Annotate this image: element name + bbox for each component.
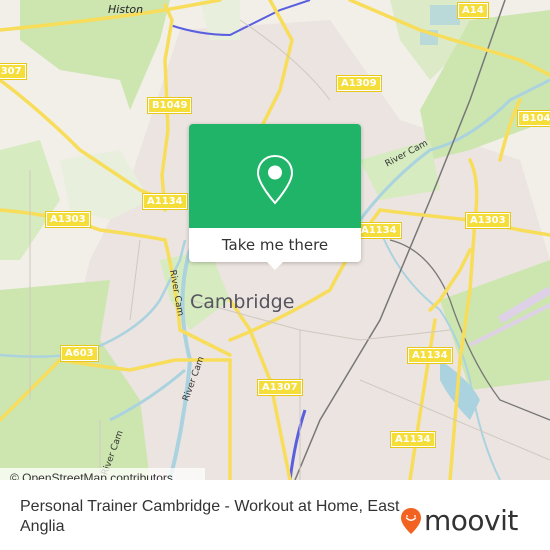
moovit-wordmark: moovit bbox=[424, 504, 518, 537]
map-view[interactable]: Histon Cambridge A14 A1309 B1049 B1047 A… bbox=[0, 0, 550, 480]
road-label-b1049: B1049 bbox=[146, 97, 193, 114]
popup-tail bbox=[267, 262, 283, 270]
footer: Personal Trainer Cambridge - Workout at … bbox=[0, 488, 550, 550]
road-label-a1134-left: A1134 bbox=[142, 193, 188, 210]
map-attribution[interactable]: © OpenStreetMap contributors bbox=[0, 468, 205, 480]
road-label-a1307-bottom: A1307 bbox=[257, 379, 303, 396]
road-label-a1307-top: A1307 bbox=[0, 63, 27, 80]
location-popup: Take me there bbox=[189, 124, 361, 270]
popup-header bbox=[189, 124, 361, 228]
road-label-a14: A14 bbox=[457, 2, 489, 19]
moovit-pin-icon bbox=[401, 507, 421, 534]
place-label-cambridge: Cambridge bbox=[190, 291, 295, 313]
place-label-histon: Histon bbox=[108, 3, 144, 16]
road-label-a1309: A1309 bbox=[336, 75, 382, 92]
road-label-a603: A603 bbox=[60, 345, 99, 362]
road-label-a1134-bottom: A1134 bbox=[390, 431, 436, 448]
location-title: Personal Trainer Cambridge - Workout at … bbox=[20, 498, 400, 535]
moovit-logo[interactable]: moovit bbox=[400, 504, 518, 537]
road-label-a1303-right: A1303 bbox=[465, 212, 511, 229]
take-me-there-button[interactable]: Take me there bbox=[189, 228, 361, 262]
road-label-a1134-right: A1134 bbox=[407, 347, 453, 364]
road-label-a1303-left: A1303 bbox=[45, 211, 91, 228]
road-label-b1047: B1047 bbox=[516, 110, 550, 127]
road-label-a1134-mid: A1134 bbox=[356, 222, 402, 239]
